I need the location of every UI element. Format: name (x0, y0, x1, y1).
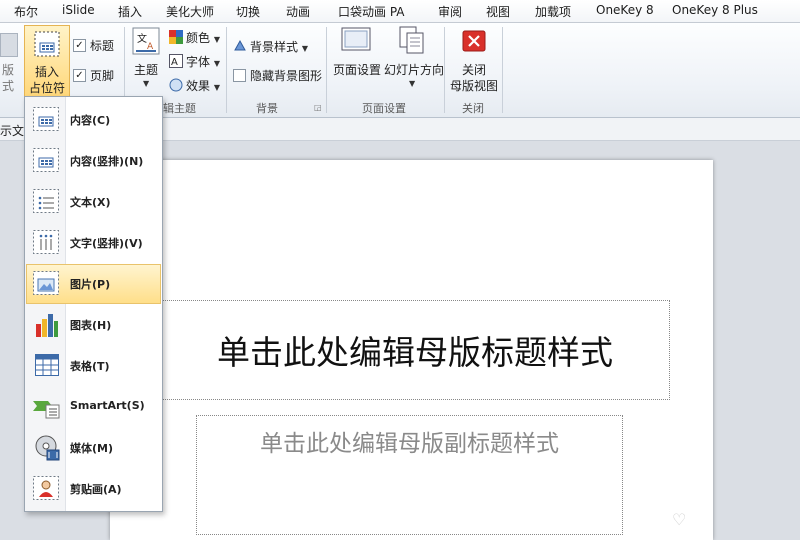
slide-canvas[interactable]: 单击此处编辑母版标题样式 单击此处编辑母版副标题样式 (110, 160, 713, 540)
fonts-icon: A (169, 54, 183, 68)
tab-beautify[interactable]: 美化大师 (166, 3, 214, 20)
theme-button-label[interactable]: 主题 (134, 61, 158, 78)
dialog-launcher-icon[interactable]: ◲ (314, 103, 322, 112)
page-setup-button[interactable]: 页面设置 (333, 61, 381, 78)
title-checkbox-label: 标题 (90, 39, 115, 53)
menu-item-label: 文本(X) (70, 196, 111, 209)
tab-buer[interactable]: 布尔 (14, 3, 38, 20)
menu-item-smartart[interactable]: SmartArt(S) (26, 387, 161, 427)
tab-view[interactable]: 视图 (486, 3, 510, 20)
theme-chevron-icon: ▼ (143, 79, 150, 88)
watermark-icon: ♡ (672, 510, 687, 529)
insert-placeholder-button[interactable]: 插入 占位符 ▼ (24, 25, 70, 109)
slide-orientation-icon (399, 26, 424, 54)
tab-onekey8plus[interactable]: OneKey 8 Plus (672, 3, 758, 17)
title-placeholder[interactable]: 单击此处编辑母版标题样式 (160, 300, 670, 400)
background-styles-icon (234, 39, 246, 51)
menu-item-picture[interactable]: 图片(P) (26, 264, 161, 304)
colors-button[interactable]: 颜色 ▼ (186, 29, 220, 46)
svg-text:A: A (171, 57, 178, 68)
content-placeholder-icon (33, 107, 59, 131)
hide-background-checkbox[interactable] (233, 69, 246, 82)
tab-transitions[interactable]: 切换 (236, 3, 260, 20)
theme-icon[interactable]: 文 A (132, 27, 160, 55)
edit-theme-group-label: 辑主题 (163, 102, 196, 115)
tab-insert[interactable]: 插入 (118, 3, 142, 20)
clipart-icon (33, 476, 59, 500)
close-group-label: 关闭 (462, 102, 484, 115)
effects-button[interactable]: 效果 ▼ (186, 77, 220, 94)
hide-background-label: 隐藏背景图形 (250, 69, 323, 83)
menu-item-label: 剪贴画(A) (70, 483, 122, 496)
layout-icon (0, 33, 18, 57)
footer-checkbox-label: 页脚 (90, 69, 115, 83)
tab-onekey8[interactable]: OneKey 8 (596, 3, 654, 17)
strip-partial-label: 示文 (0, 124, 25, 138)
picture-icon (33, 271, 59, 295)
menu-item-label: 表格(T) (70, 360, 110, 373)
menu-item-chart[interactable]: 图表(H) (26, 305, 161, 345)
svg-text:文: 文 (137, 32, 147, 45)
menu-item-media[interactable]: 媒体(M) (26, 428, 161, 468)
smartart-icon (33, 401, 60, 419)
menu-item-label: SmartArt(S) (70, 399, 145, 412)
orientation-chevron-icon: ▼ (409, 79, 416, 88)
table-icon (35, 354, 59, 376)
insert-placeholder-label-1: 插入 (34, 65, 59, 79)
page-setup-icon (341, 27, 371, 51)
insert-placeholder-menu: 内容(C) 内容(竖排)(N) 文本(X) 文字(竖排)(V) 图片(P) 图表… (24, 96, 163, 512)
partial-label-2: 式 (2, 79, 15, 93)
background-group-label: 背景 (256, 102, 278, 115)
tab-pocket-animation[interactable]: 口袋动画 PA (338, 3, 405, 20)
close-master-view-icon (462, 30, 486, 52)
page-setup-group-label: 页面设置 (362, 102, 406, 115)
menu-item-label: 图片(P) (70, 278, 111, 291)
menu-item-label: 文字(竖排)(V) (70, 237, 143, 250)
tab-review[interactable]: 审阅 (438, 3, 462, 20)
media-icon (35, 435, 60, 461)
menu-item-content-vertical[interactable]: 内容(竖排)(N) (26, 141, 161, 181)
close-label-2[interactable]: 母版视图 (450, 77, 498, 94)
fonts-button[interactable]: 字体 ▼ (186, 53, 220, 70)
placeholder-icon (34, 31, 60, 57)
menu-item-label: 内容(C) (70, 114, 111, 127)
menu-item-label: 媒体(M) (70, 442, 114, 455)
partial-label-1: 版 (2, 63, 15, 77)
menu-item-table[interactable]: 表格(T) (26, 346, 161, 386)
tab-animations[interactable]: 动画 (286, 3, 310, 20)
ribbon-tab-bar: 布尔 iSlide 插入 美化大师 切换 动画 口袋动画 PA 审阅 视图 加载… (0, 0, 800, 23)
menu-item-text[interactable]: 文本(X) (26, 182, 161, 222)
close-label-1[interactable]: 关闭 (462, 61, 486, 78)
tab-addins[interactable]: 加载项 (535, 3, 571, 20)
menu-item-label: 内容(竖排)(N) (70, 155, 144, 168)
slide-orientation-button[interactable]: 幻灯片方向 (384, 61, 444, 78)
menu-item-label: 图表(H) (70, 319, 112, 332)
title-checkbox[interactable]: ✓ (73, 39, 86, 52)
menu-item-content[interactable]: 内容(C) (26, 100, 161, 140)
text-placeholder-icon (33, 189, 59, 213)
background-styles-button[interactable]: 背景样式 ▼ (250, 38, 308, 55)
footer-checkbox[interactable]: ✓ (73, 69, 86, 82)
content-vertical-icon (33, 148, 59, 172)
subtitle-placeholder[interactable]: 单击此处编辑母版副标题样式 (196, 415, 623, 535)
chart-icon (36, 314, 58, 337)
menu-item-text-vertical[interactable]: 文字(竖排)(V) (26, 223, 161, 263)
effects-icon (169, 78, 183, 92)
tab-islide[interactable]: iSlide (62, 3, 95, 17)
colors-icon (169, 30, 183, 44)
text-vertical-icon (33, 230, 59, 254)
menu-item-clipart[interactable]: 剪贴画(A) (26, 469, 161, 509)
